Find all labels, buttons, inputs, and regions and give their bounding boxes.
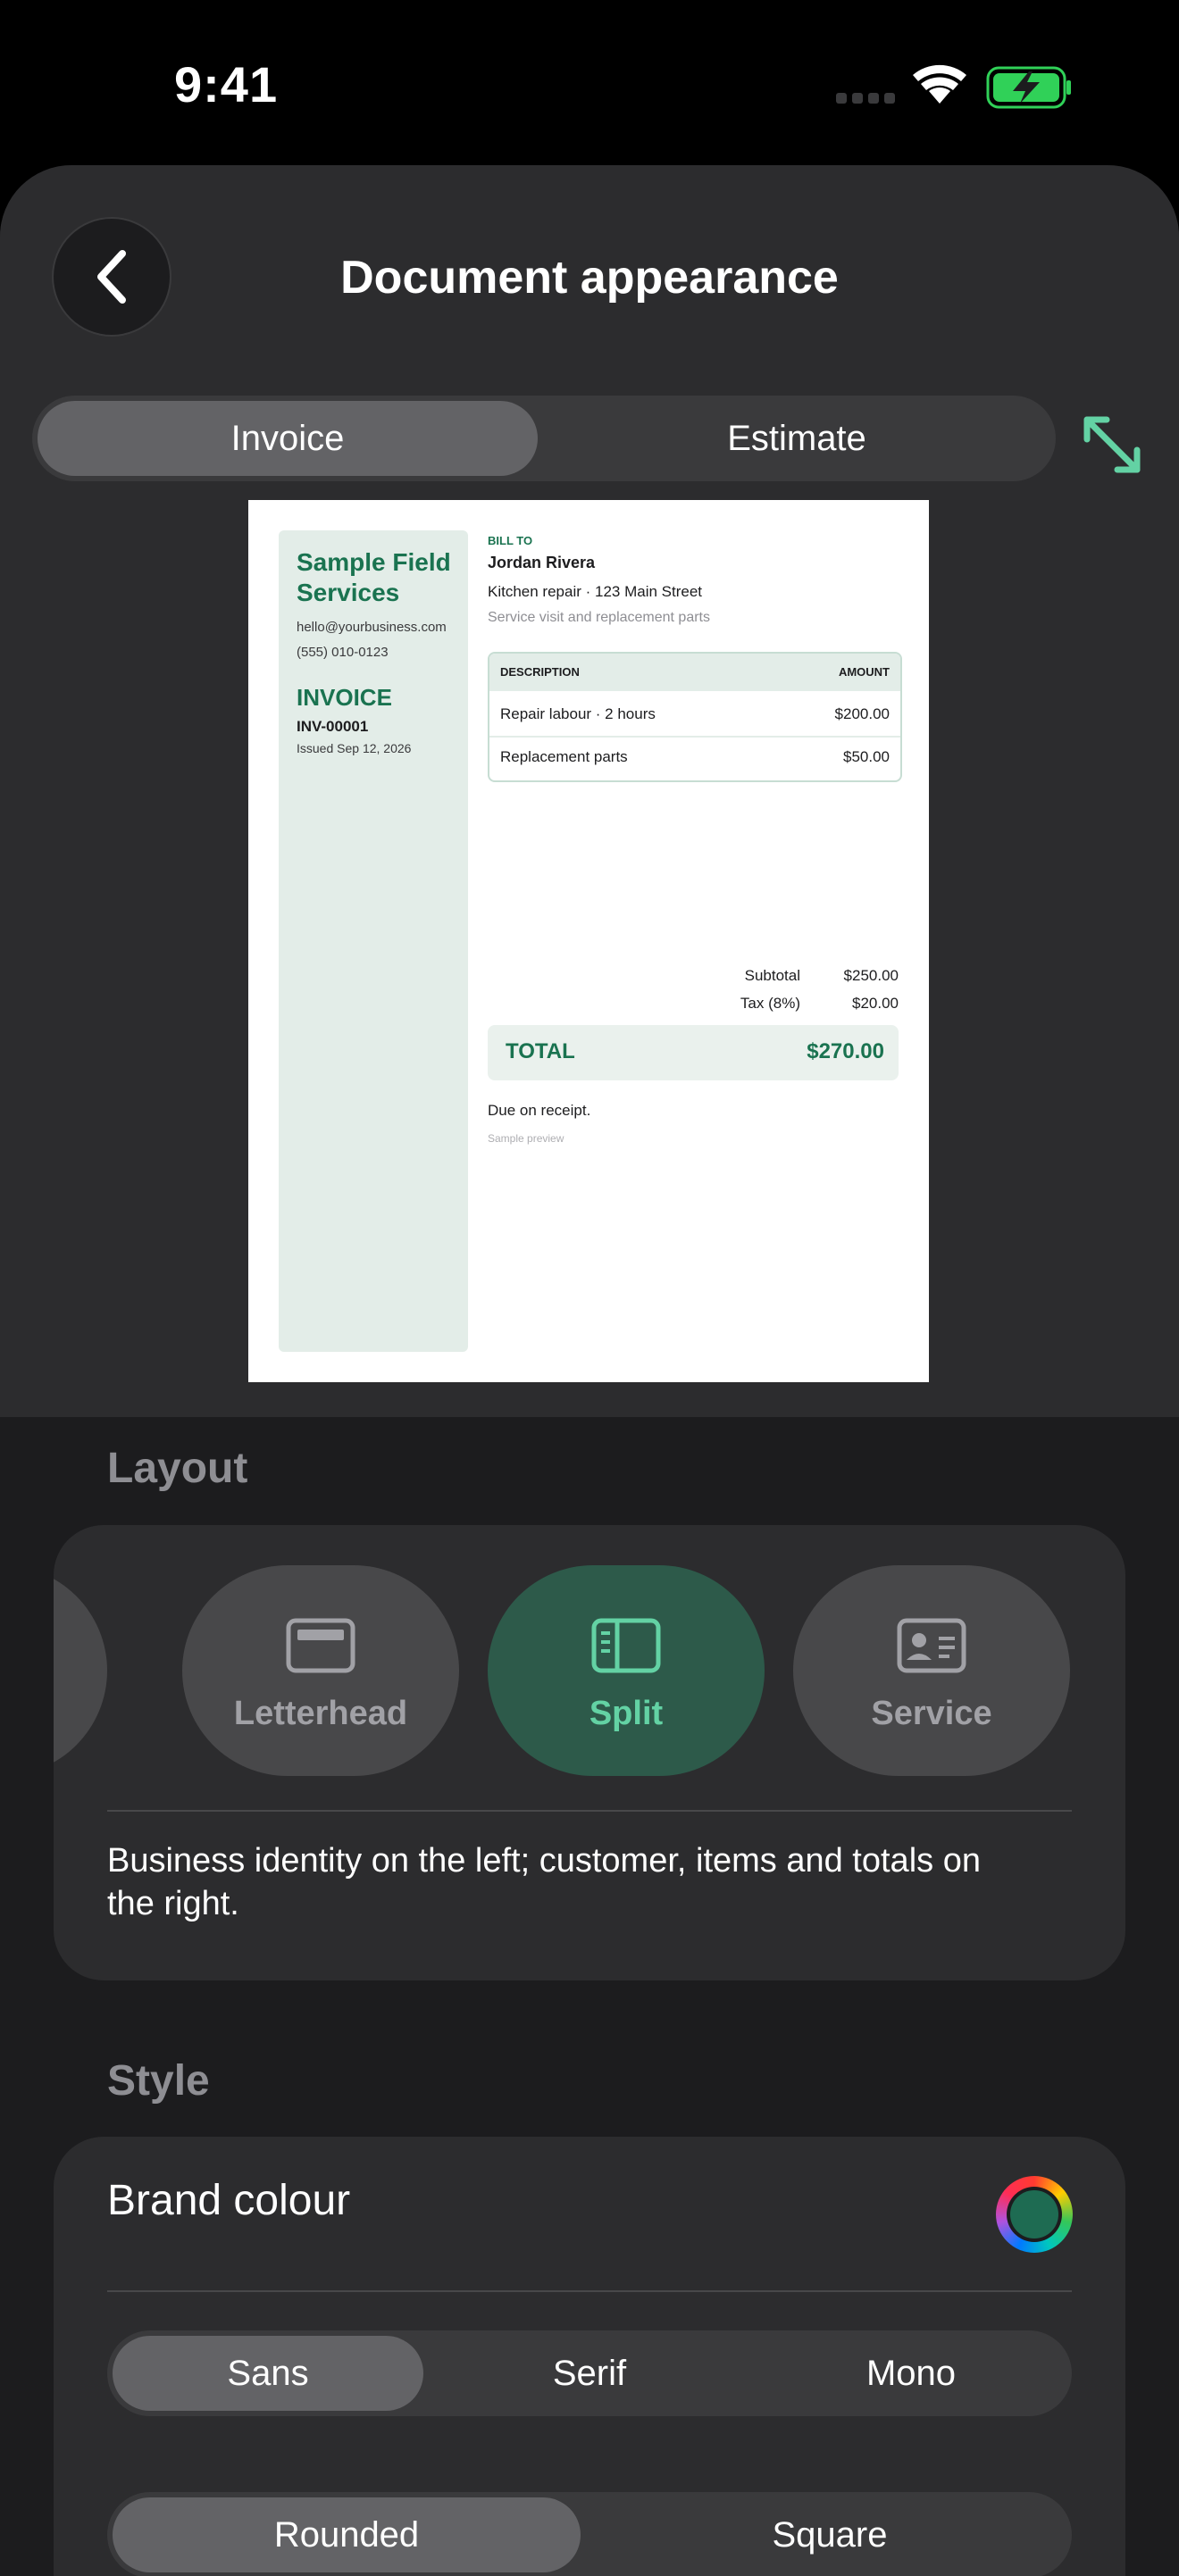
brand-colour-dot (1010, 2190, 1058, 2238)
due-note: Due on receipt. (488, 1102, 591, 1119)
subtotal-value: $250.00 (843, 967, 899, 984)
layout-option-partial[interactable] (54, 1565, 107, 1776)
brand-colour-label: Brand colour (107, 2177, 351, 2224)
tax-value: $20.00 (852, 995, 899, 1012)
style-heading: Style (107, 2057, 210, 2105)
layout-heading: Layout (107, 1445, 248, 1492)
corner-option-rounded[interactable]: Rounded (113, 2497, 581, 2572)
layout-option-label: Split (589, 1695, 664, 1732)
brand-colour-fill (1007, 2187, 1062, 2242)
layout-option-split[interactable]: Split (488, 1565, 765, 1776)
status-icons (831, 63, 1072, 113)
business-email: hello@yourbusiness.com (297, 620, 447, 635)
business-name: Sample Field (297, 548, 451, 576)
column-amount: AMOUNT (838, 665, 890, 679)
tab-estimate[interactable]: Estimate (543, 401, 1050, 476)
expand-preview-button[interactable] (1072, 404, 1152, 485)
corner-option-square[interactable]: Square (593, 2497, 1066, 2572)
divider (107, 2290, 1072, 2292)
font-option-sans[interactable]: Sans (113, 2336, 423, 2411)
divider (107, 1810, 1072, 1812)
font-option-serif[interactable]: Serif (434, 2336, 745, 2411)
document-number: INV-00001 (297, 718, 369, 735)
business-name-line-2: Services (297, 579, 400, 606)
cellular-icon (836, 93, 895, 104)
font-option-mono[interactable]: Mono (756, 2336, 1066, 2411)
bill-to-label: BILL TO (488, 534, 533, 547)
line-item-amount: $50.00 (843, 748, 890, 765)
job-line: Kitchen repair · 123 Main Street (488, 583, 703, 600)
tax-label: Tax (8%) (740, 995, 800, 1012)
font-segmented-control: Sans Serif Mono (107, 2330, 1072, 2416)
settings-sheet: Document appearance Invoice Estimate Sam… (0, 165, 1179, 2576)
document-preview[interactable]: Sample Field Services hello@yourbusiness… (248, 500, 929, 1382)
line-item-amount: $200.00 (834, 705, 890, 722)
layout-option-letterhead[interactable]: Letterhead (182, 1565, 459, 1776)
battery-charging-icon (986, 66, 1071, 109)
service-card-icon (897, 1618, 966, 1673)
business-phone: (555) 010-0123 (297, 645, 389, 660)
document-title: INVOICE (297, 684, 392, 711)
letterhead-layout-icon (286, 1618, 355, 1673)
layout-card: Letterhead Split Service Business identi… (54, 1525, 1125, 1980)
page-title: Document appearance (340, 252, 839, 304)
line-items-table: DESCRIPTION AMOUNT Repair labour · 2 hou… (488, 652, 902, 782)
job-note: Service visit and replacement parts (488, 610, 710, 625)
document-type-segmented-control: Invoice Estimate (32, 396, 1056, 481)
total-value: $270.00 (807, 1039, 884, 1063)
customer-name: Jordan Rivera (488, 554, 596, 571)
line-item-description: Repair labour · 2 hours (500, 705, 656, 722)
corner-segmented-control: Rounded Square (107, 2492, 1072, 2576)
layout-option-label: Service (871, 1695, 992, 1732)
expand-arrows-icon (1083, 416, 1141, 473)
issued-date: Issued Sep 12, 2026 (297, 741, 412, 755)
layout-option-service[interactable]: Service (793, 1565, 1070, 1776)
column-description: DESCRIPTION (500, 665, 580, 679)
wifi-icon (913, 64, 966, 104)
line-item-description: Replacement parts (500, 748, 628, 765)
sample-preview-note: Sample preview (488, 1132, 564, 1145)
layout-option-label: Letterhead (233, 1695, 408, 1732)
tab-invoice[interactable]: Invoice (38, 401, 538, 476)
layout-description: Business identity on the left; customer,… (107, 1842, 981, 1922)
subtotal-label: Subtotal (744, 967, 800, 984)
row-divider (489, 736, 900, 738)
total-label: TOTAL (506, 1039, 575, 1063)
split-layout-icon (591, 1618, 661, 1673)
brand-colour-swatch[interactable] (996, 2176, 1073, 2253)
status-time: 9:41 (174, 56, 279, 113)
